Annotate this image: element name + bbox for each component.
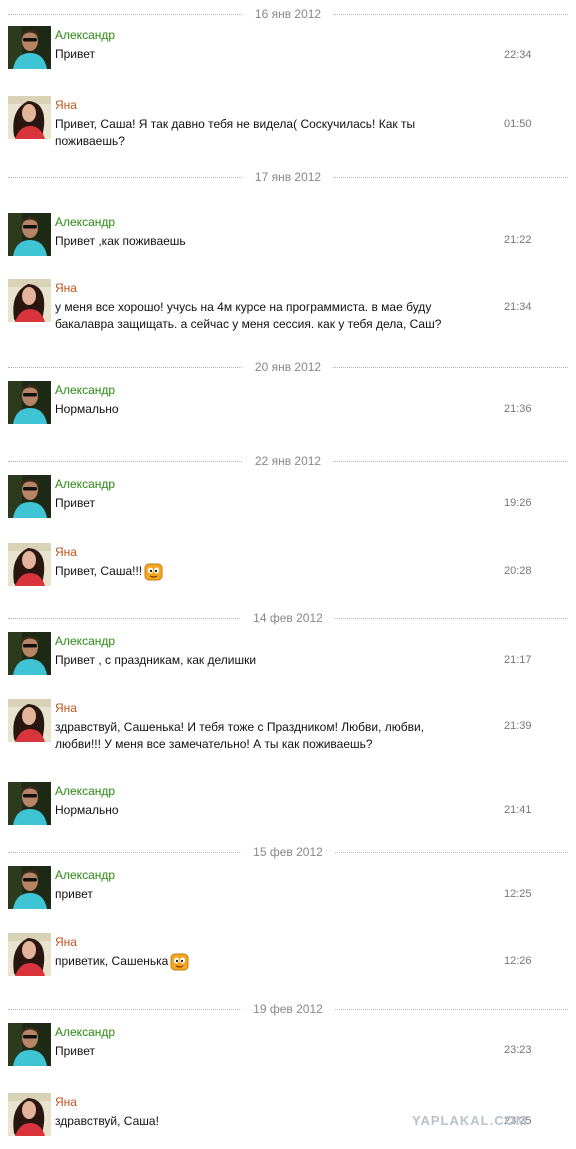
smiley-icon	[144, 563, 163, 581]
author-name[interactable]: Александр	[55, 477, 115, 491]
author-name[interactable]: Александр	[55, 215, 115, 229]
message-text: Нормально	[55, 402, 119, 416]
male-avatar-image	[8, 213, 51, 256]
male-avatar-image	[8, 632, 51, 675]
smiley-icon	[170, 953, 189, 971]
message-time: 21:39	[504, 720, 532, 732]
message-text: Привет ,как поживаешь	[55, 234, 186, 248]
author-name[interactable]: Александр	[55, 383, 115, 397]
male-avatar-image	[8, 26, 51, 69]
message-text: Привет	[55, 47, 96, 61]
male-avatar-image	[8, 475, 51, 518]
male-avatar-image	[8, 866, 51, 909]
author-name[interactable]: Александр	[55, 634, 115, 648]
message-text-content: приветик, Сашенька	[55, 954, 169, 969]
female-avatar-image	[8, 933, 51, 976]
female-avatar-image	[8, 279, 51, 322]
male-avatar-image	[8, 1023, 51, 1066]
author-name[interactable]: Александр	[55, 784, 115, 798]
date-label: 16 янв 2012	[242, 7, 334, 21]
author-name[interactable]: Яна	[55, 545, 77, 559]
date-label: 22 янв 2012	[242, 454, 334, 468]
message-time: 21:34	[504, 301, 532, 313]
message-text: Привет, Саша!!!	[55, 563, 455, 581]
date-separator: 15 фев 2012	[8, 845, 568, 859]
author-name[interactable]: Александр	[55, 868, 115, 882]
avatar[interactable]	[8, 543, 51, 586]
author-name[interactable]: Александр	[55, 1025, 115, 1039]
message-text-content: Привет, Саша!!!	[55, 564, 143, 579]
message-text: Привет	[55, 496, 96, 510]
avatar[interactable]	[8, 96, 51, 139]
date-label: 20 янв 2012	[242, 360, 334, 374]
female-avatar-image	[8, 96, 51, 139]
avatar[interactable]	[8, 26, 51, 69]
date-separator: 22 янв 2012	[8, 454, 568, 468]
message-text: Привет	[55, 1044, 96, 1058]
female-avatar-image	[8, 1093, 51, 1136]
avatar[interactable]	[8, 1023, 51, 1066]
watermark: YAPLAKAL.COM	[412, 1113, 528, 1128]
message-time: 22:34	[504, 49, 532, 61]
date-separator: 19 фев 2012	[8, 1002, 568, 1016]
date-label: 15 фев 2012	[241, 845, 335, 859]
avatar[interactable]	[8, 866, 51, 909]
date-separator: 17 янв 2012	[8, 170, 568, 184]
date-separator: 20 янв 2012	[8, 360, 568, 374]
message-time: 21:36	[504, 403, 532, 415]
female-avatar-image	[8, 699, 51, 742]
avatar[interactable]	[8, 632, 51, 675]
message-text: Привет, Саша! Я так давно тебя не видела…	[55, 117, 416, 148]
avatar[interactable]	[8, 381, 51, 424]
message-time: 12:25	[504, 888, 532, 900]
message-text: Нормально	[55, 803, 119, 817]
message-time: 19:26	[504, 497, 532, 509]
date-separator: 14 фев 2012	[8, 611, 568, 625]
author-name[interactable]: Яна	[55, 935, 77, 949]
author-name[interactable]: Яна	[55, 98, 77, 112]
message-time: 21:17	[504, 654, 532, 666]
avatar[interactable]	[8, 782, 51, 825]
author-name[interactable]: Яна	[55, 281, 77, 295]
avatar[interactable]	[8, 475, 51, 518]
male-avatar-image	[8, 381, 51, 424]
message-text: здравствуй, Сашенька! И тебя тоже с Праз…	[55, 720, 425, 751]
avatar[interactable]	[8, 699, 51, 742]
avatar[interactable]	[8, 279, 51, 322]
date-label: 14 фев 2012	[241, 611, 335, 625]
date-label: 17 янв 2012	[242, 170, 334, 184]
message-text: у меня все хорошо! учусь на 4м курсе на …	[55, 300, 442, 331]
message-text: здравствуй, Саша!	[55, 1114, 159, 1128]
message-time: 23:23	[504, 1044, 532, 1056]
avatar[interactable]	[8, 213, 51, 256]
message-time: 21:41	[504, 804, 532, 816]
male-avatar-image	[8, 782, 51, 825]
female-avatar-image	[8, 543, 51, 586]
message-time: 21:22	[504, 234, 532, 246]
date-separator: 16 янв 2012	[8, 7, 568, 21]
avatar[interactable]	[8, 1093, 51, 1136]
message-time: 12:26	[504, 955, 532, 967]
date-label: 19 фев 2012	[241, 1002, 335, 1016]
author-name[interactable]: Александр	[55, 28, 115, 42]
message-text: Привет , с праздникам, как делишки	[55, 653, 257, 667]
message-time: 01:50	[504, 118, 532, 130]
avatar[interactable]	[8, 933, 51, 976]
message-text: приветик, Сашенька	[55, 953, 455, 971]
message-time: 20:28	[504, 565, 532, 577]
message-text: привет	[55, 887, 93, 901]
author-name[interactable]: Яна	[55, 701, 77, 715]
author-name[interactable]: Яна	[55, 1095, 77, 1109]
